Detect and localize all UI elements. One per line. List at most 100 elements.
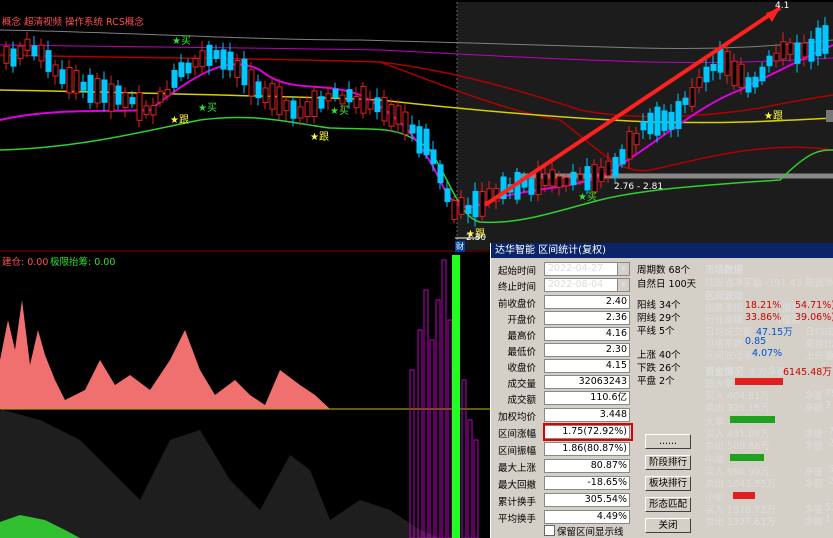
flat-count: 平线 5个 — [637, 326, 675, 337]
candle-body — [150, 105, 157, 116]
candle-body — [759, 66, 766, 82]
fund-net-amount: 1 — [825, 514, 832, 525]
candle-body — [626, 131, 633, 160]
candle-body — [318, 96, 325, 109]
stat-label: 收盘价 — [507, 363, 536, 374]
chevron-down-icon[interactable]: ▼ — [617, 263, 629, 275]
candle-body — [633, 132, 640, 146]
candle-body — [808, 38, 815, 62]
stat-value: 2.36 — [544, 311, 630, 325]
indicator-bars — [409, 259, 479, 538]
fund-net-amount-label: 净额 — [804, 479, 824, 490]
range-gain-highlight — [543, 423, 633, 441]
candle-body — [451, 199, 458, 220]
candle-body — [276, 86, 283, 116]
candle-body — [108, 83, 115, 112]
fund-sell: 卖出 1043.55万 — [705, 479, 776, 490]
follow-marker: ★跟 — [170, 115, 189, 126]
range-price-label: 2.76 - 2.81 — [614, 182, 664, 192]
candle-body — [157, 90, 164, 103]
candle-body — [745, 77, 752, 93]
candle-body — [346, 89, 353, 103]
candle-body — [24, 38, 31, 51]
dialog-title: 达华智能 区间统计(复权) — [491, 243, 833, 258]
candle-body — [528, 178, 535, 195]
end-date-picker[interactable]: 2022-08-04 ▼ — [544, 278, 630, 292]
candle-body — [738, 63, 745, 89]
candle-body — [10, 48, 17, 67]
stat-value: 4.16 — [544, 327, 630, 341]
candle-body — [612, 157, 619, 178]
keep-range-checkbox[interactable] — [544, 525, 555, 536]
candle-body — [689, 87, 696, 107]
indicator-bar — [409, 369, 415, 538]
candle-body — [234, 59, 241, 78]
indicator-bar — [429, 339, 435, 538]
candle-body — [437, 164, 444, 184]
fund-net-amount-label: 净额 — [804, 403, 824, 414]
stage-rank-button[interactable]: 阶段排行 — [645, 455, 691, 470]
indicator-concept-label: 概念 超清视频 操作系统 RCS概念 — [2, 17, 144, 28]
fund-net-amount: -2 — [825, 438, 833, 449]
candle-body — [360, 85, 367, 114]
candle-body — [780, 41, 787, 60]
low-price-label: 2.30 — [466, 233, 487, 243]
block-rank-button[interactable]: 板块排行 — [645, 476, 691, 491]
stat-value: 3.448 — [544, 408, 630, 422]
candle-body — [262, 87, 269, 104]
indicator-bar — [473, 439, 479, 538]
candle-body — [479, 191, 486, 217]
candle-body — [374, 97, 381, 113]
stat-label: 最大回撤 — [497, 480, 536, 491]
candle-body — [129, 97, 136, 105]
indicator-bar — [423, 289, 429, 538]
stat-value: -18.65% — [544, 476, 630, 490]
indicator-area-pink — [0, 300, 330, 409]
fund-net-volume: 51 — [825, 502, 833, 513]
candle-body — [199, 50, 206, 68]
pattern-match-button[interactable]: 形态匹配 — [645, 497, 691, 512]
candle-body — [416, 126, 423, 154]
candle-body — [731, 60, 738, 87]
candle-body — [52, 64, 59, 77]
end-date-value: 2022-08-04 — [548, 279, 604, 290]
stat-label: 最大上涨 — [497, 463, 536, 474]
start-date-picker[interactable]: 2022-04-27 ▼ — [544, 262, 630, 276]
indicator-green-bar — [452, 255, 460, 538]
stat-label: 累计换手 — [497, 497, 536, 508]
candle-body — [94, 78, 101, 104]
candle-body — [549, 169, 556, 187]
main-net-value: 6145.48万 — [783, 367, 832, 378]
candle-body — [143, 105, 150, 116]
fund-net-amount-label: 净额 — [804, 517, 824, 528]
candle-body — [325, 93, 332, 102]
candle-body — [794, 42, 801, 64]
candle-body — [248, 69, 255, 97]
candle-body — [409, 124, 416, 134]
candle-body — [584, 166, 591, 191]
volatility-value: 4.07% — [752, 348, 783, 359]
candle-body — [136, 92, 143, 121]
candle-body — [647, 112, 654, 135]
more-button[interactable]: ...... — [645, 434, 691, 449]
candle-body — [668, 111, 675, 130]
candle-body — [661, 110, 668, 131]
candle-body — [563, 177, 570, 187]
candle-body — [213, 50, 220, 59]
candle-body — [696, 76, 703, 88]
candle-body — [675, 101, 682, 130]
indicator-bar — [435, 299, 441, 538]
fund-net-volume: -7 — [825, 426, 833, 437]
candle-body — [353, 96, 360, 109]
low-sub-label: 财 — [455, 241, 465, 252]
close-button[interactable]: 关闭 — [645, 518, 691, 533]
candle-body — [682, 97, 689, 105]
candle-body — [724, 50, 731, 76]
candle-body — [654, 106, 661, 136]
fund-group-bar — [735, 378, 783, 385]
chevron-down-icon[interactable]: ▼ — [617, 279, 629, 291]
stat-label: 最低价 — [507, 347, 536, 358]
fund-group-bar — [730, 416, 775, 423]
candle-body — [269, 83, 276, 110]
indicator-label-build: 建仓: 0.00 — [2, 257, 49, 268]
